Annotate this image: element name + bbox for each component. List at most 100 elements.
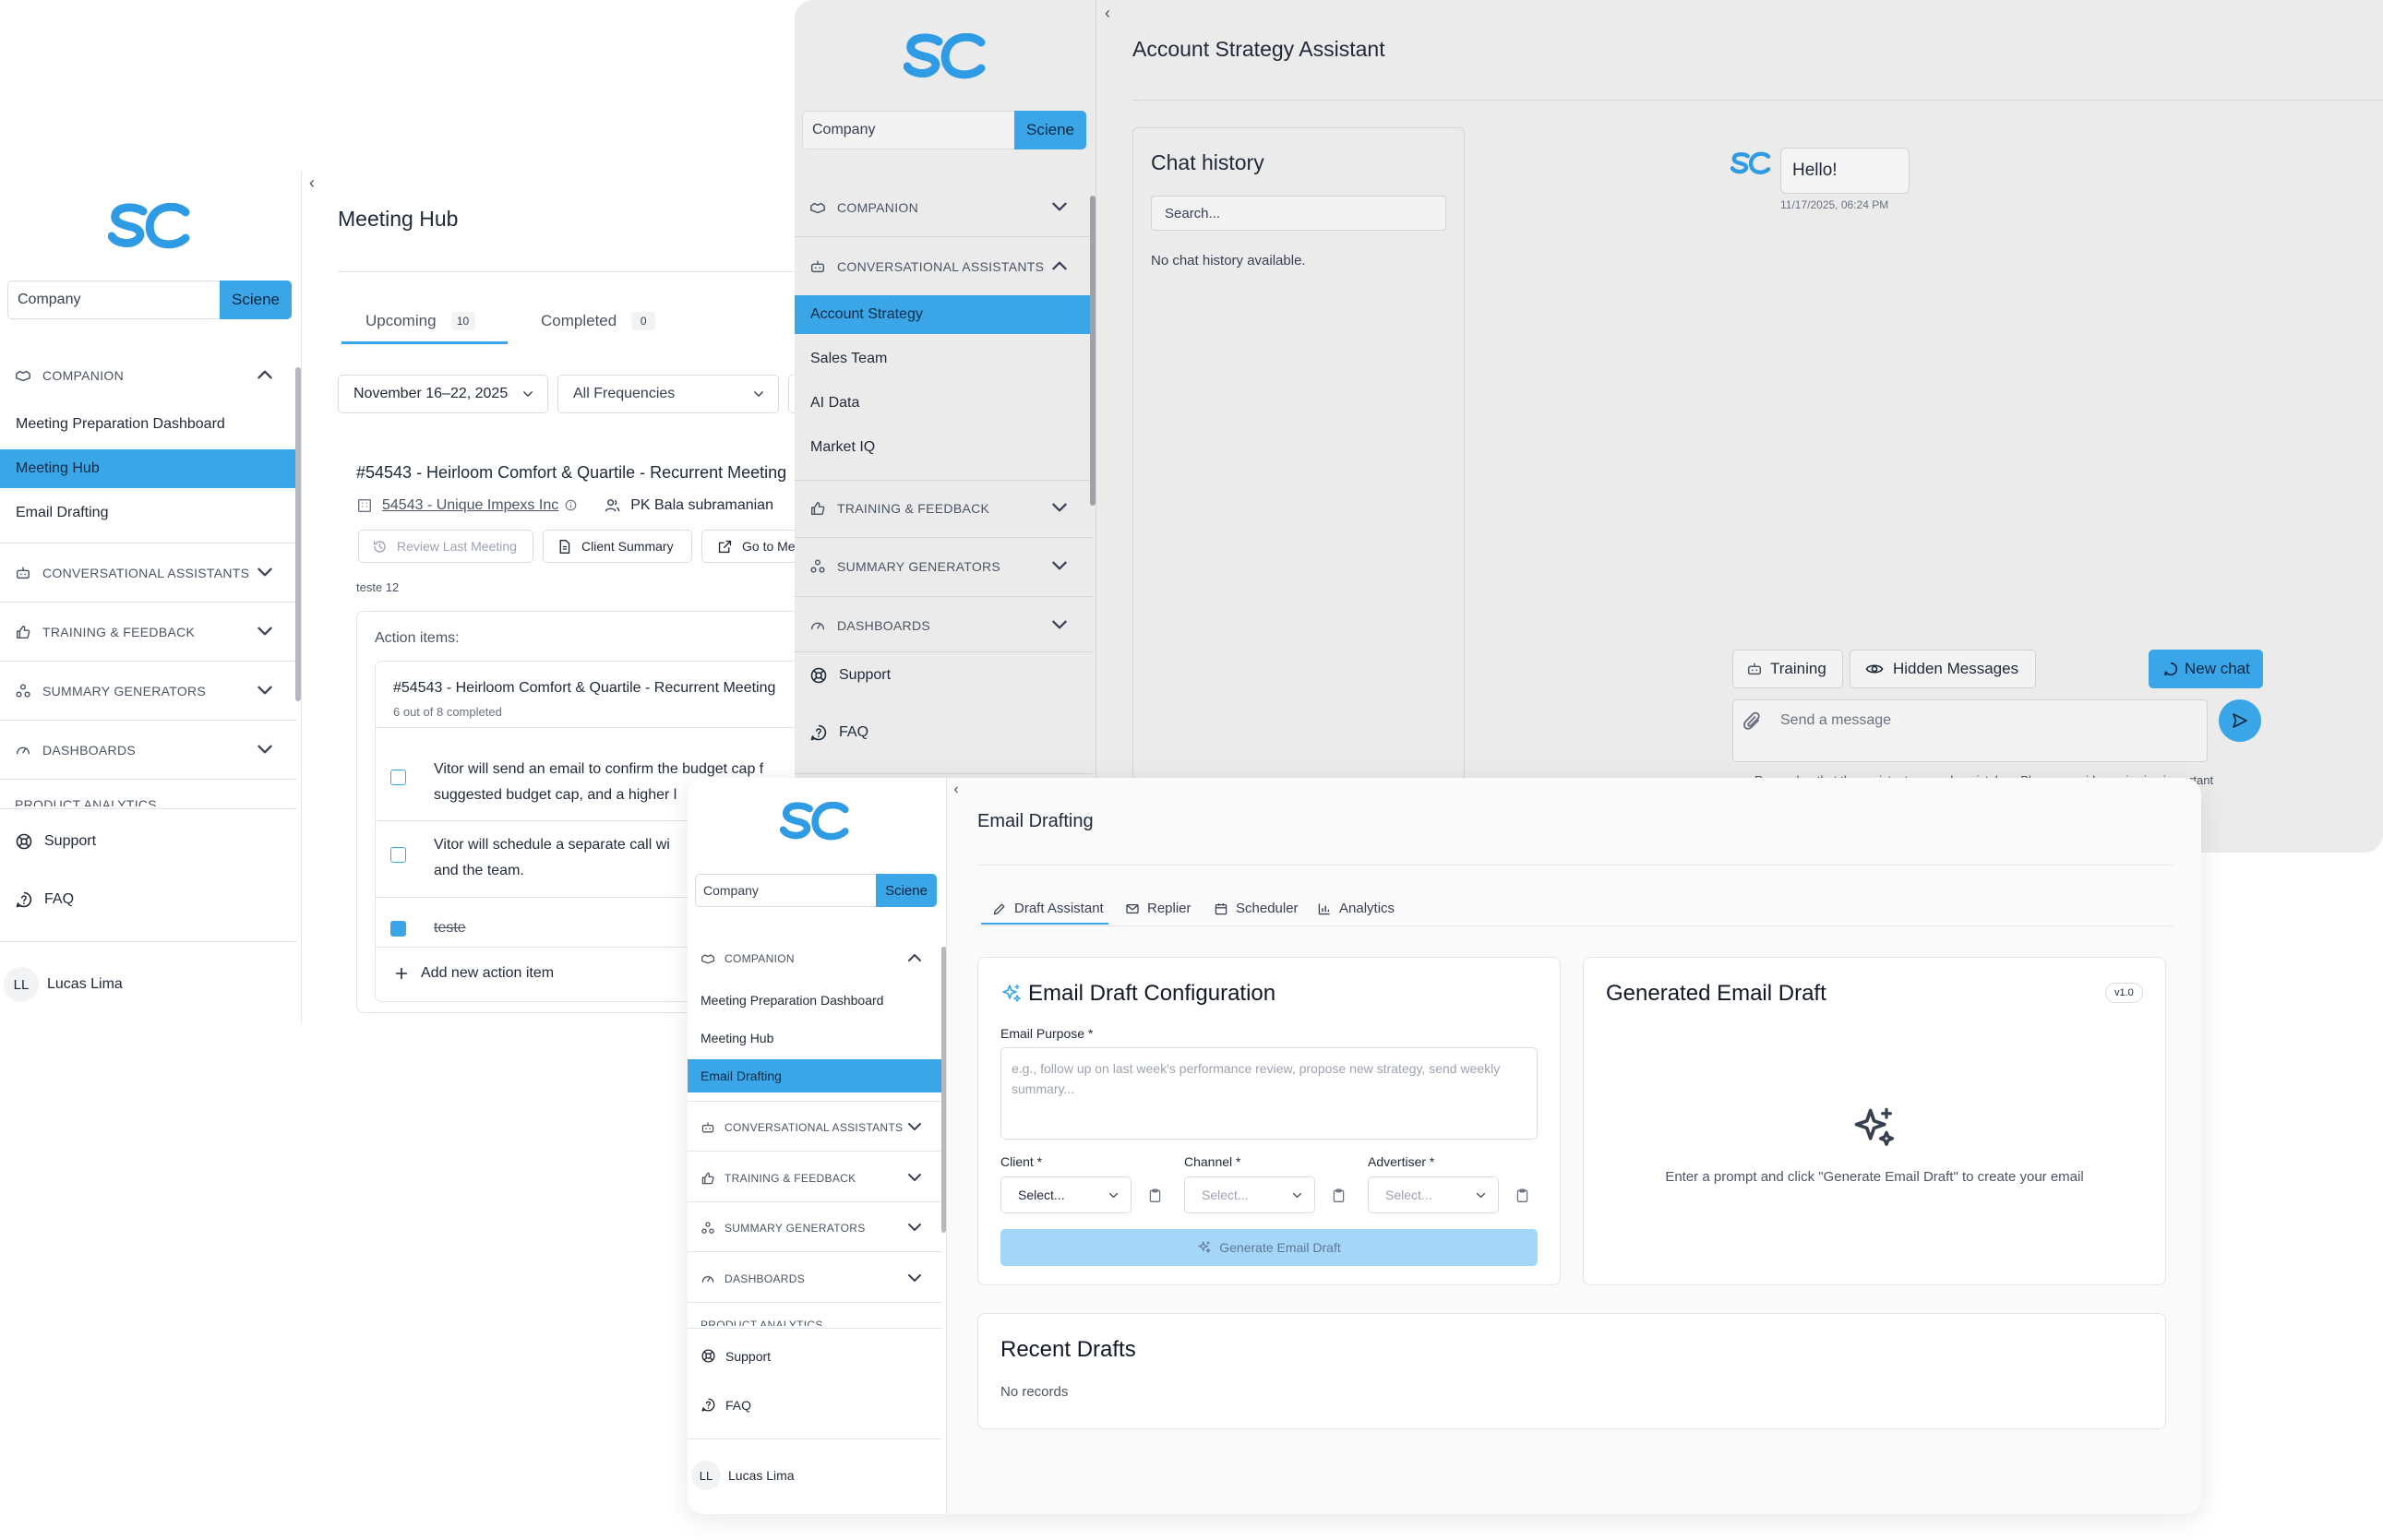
sidebar-item-faq[interactable]: FAQ xyxy=(809,723,868,742)
new-chat-button[interactable]: New chat xyxy=(2149,650,2263,688)
sidebar-item-meeting-preparation-dashboard[interactable]: Meeting Preparation Dashboard xyxy=(688,984,942,1017)
chevron-up-icon[interactable] xyxy=(255,364,275,385)
sidebar-divider xyxy=(795,480,1092,481)
sidebar-item-support[interactable]: Support xyxy=(701,1348,771,1364)
chevron-down-icon[interactable] xyxy=(905,1269,924,1287)
chevron-up-icon[interactable] xyxy=(905,949,924,967)
sidebar-item-account-strategy[interactable]: Account Strategy xyxy=(795,295,1092,334)
advertiser-select[interactable]: Select... xyxy=(1368,1176,1499,1213)
chevron-down-icon[interactable] xyxy=(905,1218,924,1236)
search-placeholder: Company xyxy=(18,292,81,307)
channel-clipboard-button[interactable] xyxy=(1324,1181,1352,1209)
summary-generators-header[interactable]: SUMMARY GENERATORS xyxy=(15,683,206,699)
advertiser-label: Advertiser * xyxy=(1368,1154,1435,1169)
collapse-sidebar-button[interactable]: ‹ xyxy=(301,172,323,194)
chevron-down-icon[interactable] xyxy=(255,562,275,582)
client-select-value: Select... xyxy=(1018,1188,1065,1202)
meeting-title[interactable]: #54543 - Heirloom Comfort & Quartile - R… xyxy=(356,463,786,483)
date-range-select[interactable]: November 16–22, 2025 xyxy=(338,375,548,413)
tab-replier[interactable]: Replier xyxy=(1125,901,1192,916)
sidebar-item-market-iq[interactable]: Market IQ xyxy=(795,428,1092,467)
company-search-input[interactable]: Company xyxy=(7,281,220,319)
chat-history-panel xyxy=(1132,127,1465,853)
training-feedback-header[interactable]: TRAINING & FEEDBACK xyxy=(701,1171,856,1186)
company-search-input[interactable]: Company xyxy=(695,874,876,907)
client-clipboard-button[interactable] xyxy=(1141,1181,1168,1209)
sidebar-item-faq[interactable]: FAQ xyxy=(15,890,74,909)
sidebar-item-support[interactable]: Support xyxy=(15,832,96,851)
add-action-item-button[interactable]: Add new action item xyxy=(393,965,554,982)
tab-upcoming[interactable]: Upcoming 10 xyxy=(365,312,475,330)
sidebar-item-sales-team[interactable]: Sales Team xyxy=(795,340,1092,378)
sidebar-item-meeting-hub[interactable]: Meeting Hub xyxy=(688,1021,942,1055)
tab-scheduler[interactable]: Scheduler xyxy=(1214,901,1299,916)
collapse-sidebar-button[interactable]: ‹ xyxy=(1096,2,1119,24)
action-item-checkbox[interactable] xyxy=(390,770,406,785)
client-summary-button[interactable]: Client Summary xyxy=(543,530,692,563)
frequency-select[interactable]: All Frequencies xyxy=(557,375,779,413)
conversational-assistants-header[interactable]: CONVERSATIONAL ASSISTANTS xyxy=(15,565,249,581)
paperclip-icon[interactable] xyxy=(1742,710,1764,733)
product-analytics-header[interactable]: PRODUCT ANALYTICS xyxy=(15,797,157,806)
send-button[interactable] xyxy=(2219,699,2261,742)
hidden-messages-button[interactable]: Hidden Messages xyxy=(1850,650,2036,688)
chevron-down-icon[interactable] xyxy=(905,1117,924,1136)
dashboards-header[interactable]: DASHBOARDS xyxy=(809,617,930,634)
chevron-down-icon[interactable] xyxy=(905,1168,924,1187)
action-item-checkbox[interactable] xyxy=(390,847,406,863)
companion-header[interactable]: COMPANION xyxy=(15,367,124,384)
company-search-input[interactable]: Company xyxy=(802,111,1014,149)
sciene-button[interactable]: Sciene xyxy=(876,874,937,907)
sidebar-item-support[interactable]: Support xyxy=(809,666,891,685)
history-icon xyxy=(372,539,388,555)
sidebar-item-meeting-hub[interactable]: Meeting Hub xyxy=(0,449,297,488)
product-analytics-header[interactable]: PRODUCT ANALYTICS xyxy=(701,1319,823,1326)
chevron-down-icon[interactable] xyxy=(1049,197,1070,217)
sciene-button[interactable]: Sciene xyxy=(220,281,292,319)
chevron-down-icon[interactable] xyxy=(1049,615,1070,635)
summary-generators-header[interactable]: SUMMARY GENERATORS xyxy=(809,558,1000,575)
avatar[interactable]: LL xyxy=(4,967,39,1002)
tab-analytics[interactable]: Analytics xyxy=(1317,901,1395,916)
sidebar-item-email-drafting[interactable]: Email Drafting xyxy=(688,1059,942,1092)
info-icon[interactable] xyxy=(564,498,578,512)
chat-history-search[interactable]: Search... xyxy=(1151,196,1446,231)
summary-generators-header[interactable]: SUMMARY GENERATORS xyxy=(701,1221,866,1236)
sidebar-item-email-drafting[interactable]: Email Drafting xyxy=(0,494,297,532)
tab-draft-assistant[interactable]: Draft Assistant xyxy=(992,901,1104,916)
collapse-sidebar-button[interactable]: ‹ xyxy=(946,780,966,800)
clipboard-icon xyxy=(1147,1188,1163,1203)
conversational-assistants-header[interactable]: CONVERSATIONAL ASSISTANTS xyxy=(701,1120,903,1135)
dashboards-header[interactable]: DASHBOARDS xyxy=(701,1271,805,1286)
action-item-checkbox-checked[interactable] xyxy=(390,921,406,937)
chevron-down-icon[interactable] xyxy=(255,621,275,641)
training-button[interactable]: Training xyxy=(1732,650,1843,688)
chevron-down-icon[interactable] xyxy=(255,680,275,700)
sciene-button[interactable]: Sciene xyxy=(1014,111,1086,149)
go-to-meeting-button[interactable]: Go to Meeting xyxy=(701,530,803,563)
chevron-down-icon[interactable] xyxy=(1049,555,1070,576)
tab-completed[interactable]: Completed 0 xyxy=(541,312,656,330)
dashboards-header[interactable]: DASHBOARDS xyxy=(15,742,136,758)
training-feedback-header[interactable]: TRAINING & FEEDBACK xyxy=(15,624,195,640)
client-select[interactable]: Select... xyxy=(1000,1176,1132,1213)
conversational-assistants-header[interactable]: CONVERSATIONAL ASSISTANTS xyxy=(809,258,1044,275)
generate-email-draft-button[interactable]: Generate Email Draft xyxy=(1000,1229,1538,1266)
company-link[interactable]: 54543 - Unique Impexs Inc xyxy=(382,497,558,514)
chevron-down-icon[interactable] xyxy=(1049,497,1070,518)
sidebar-item-faq[interactable]: FAQ xyxy=(701,1397,751,1413)
sidebar-item-ai-data[interactable]: AI Data xyxy=(795,384,1092,423)
training-feedback-header[interactable]: TRAINING & FEEDBACK xyxy=(809,500,989,517)
chevron-up-icon[interactable] xyxy=(1049,256,1070,276)
review-last-meeting-button[interactable]: Review Last Meeting xyxy=(358,530,533,563)
companion-header[interactable]: COMPANION xyxy=(809,199,918,216)
chevron-down-icon[interactable] xyxy=(255,739,275,759)
sidebar-item-meeting-preparation-dashboard[interactable]: Meeting Preparation Dashboard xyxy=(0,405,297,444)
advertiser-clipboard-button[interactable] xyxy=(1508,1181,1536,1209)
faq-label: FAQ xyxy=(44,891,75,907)
calendar-icon xyxy=(1214,901,1228,916)
avatar[interactable]: LL xyxy=(691,1461,721,1490)
companion-header[interactable]: COMPANION xyxy=(701,951,795,966)
message-input[interactable] xyxy=(1732,699,2208,762)
channel-select[interactable]: Select... xyxy=(1184,1176,1315,1213)
